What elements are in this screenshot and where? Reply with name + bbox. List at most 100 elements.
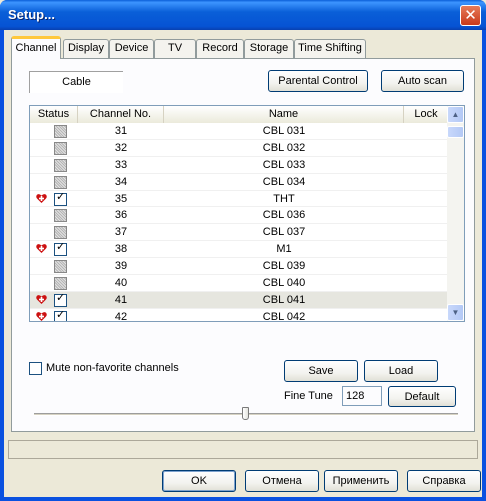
channel-name: CBL 039 [262,260,306,273]
channel-row[interactable]: 34 CBL 034 [30,174,448,191]
auto-scan-button[interactable]: Auto scan [381,70,464,92]
favorite-checkbox[interactable]: ✓ [54,241,67,257]
close-button[interactable]: ✕ [460,5,481,26]
help-button[interactable]: Справка [407,470,481,492]
tab-device[interactable]: Device [109,39,154,58]
channel-name: CBL 032 [262,141,306,154]
channel-rows: 31 CBL 031 32 CBL 032 33 CBL 033 34 CBL 034 ✓ 35 T… [30,123,448,322]
favorite-checkbox[interactable]: ✓ [54,309,67,321]
favorite-heart-icon [36,244,47,254]
tab-tv[interactable]: TV [154,39,196,58]
channel-row[interactable]: 32 CBL 032 [30,140,448,157]
channel-number: 42 [114,310,128,322]
channel-number: 34 [114,175,128,188]
arrow-down-icon: ▼ [451,308,460,317]
channel-number: 37 [114,226,128,239]
tab-display[interactable]: Display [63,39,109,58]
channel-name: CBL 036 [262,209,306,222]
favorite-heart-icon [36,295,47,304]
channel-number: 33 [114,158,128,171]
vertical-scrollbar[interactable]: ▲ ▼ [447,106,464,321]
channel-lock[interactable] [404,258,448,274]
header-lock[interactable]: Lock [404,106,448,123]
scroll-up-button[interactable]: ▲ [447,106,464,123]
cancel-button[interactable]: Отмена [245,470,319,492]
favorite-checkbox[interactable] [54,175,67,189]
header-status[interactable]: Status [30,106,78,123]
source-field[interactable]: Cable [29,71,123,93]
channel-row[interactable]: 39 CBL 039 [30,258,448,276]
channel-lock[interactable] [404,140,448,156]
channel-row[interactable]: ✓ 41 CBL 041 [30,291,448,309]
channel-lock[interactable] [404,157,448,173]
tab-time-shifting[interactable]: Time Shifting [294,39,366,58]
channel-name: CBL 041 [262,293,306,306]
channel-name: CBL 031 [262,125,306,137]
favorite-checkbox[interactable] [54,277,67,291]
channel-row[interactable]: ✓ 38 M1 [30,241,448,259]
checkmark-icon: ✓ [56,241,66,254]
channel-lock[interactable] [404,191,448,207]
favorite-checkbox[interactable] [54,226,67,240]
scroll-down-button[interactable]: ▼ [447,304,464,321]
dialog-body: Channel Display Device TV Record Storage… [4,30,482,497]
channel-row[interactable]: 33 CBL 033 [30,157,448,174]
channel-lock[interactable] [404,292,448,308]
channel-row[interactable]: ✓ 42 CBL 042 [30,309,448,322]
favorite-checkbox[interactable] [54,141,67,155]
channel-lock[interactable] [404,207,448,223]
channel-name: CBL 040 [262,277,306,290]
window-title: Setup... [8,7,55,22]
tab-storage[interactable]: Storage [244,39,294,58]
channel-row[interactable]: 40 CBL 040 [30,275,448,292]
channel-name: M1 [276,243,292,256]
channel-row[interactable]: ✓ 35 THT [30,191,448,208]
favorite-heart-icon [36,193,47,203]
favorite-checkbox[interactable]: ✓ [54,291,67,307]
tab-record[interactable]: Record [196,39,244,58]
channel-number: 31 [114,125,128,137]
channel-name: CBL 042 [262,310,306,322]
favorite-checkbox[interactable] [54,125,67,138]
channel-row[interactable]: 37 CBL 037 [30,224,448,242]
channel-lock[interactable] [404,309,448,321]
fine-tune-slider-thumb[interactable] [242,407,249,420]
load-button[interactable]: Load [364,360,438,382]
header-channel-no[interactable]: Channel No. [78,106,164,123]
scroll-thumb[interactable] [447,126,464,138]
checkmark-icon: ✓ [56,291,66,304]
channel-tab-panel: Cable Parental Control Auto scan Status … [11,58,475,432]
favorite-checkbox[interactable] [54,209,67,223]
channel-lock[interactable] [404,174,448,190]
default-button[interactable]: Default [388,386,456,407]
arrow-up-icon: ▲ [451,110,460,119]
header-name[interactable]: Name [164,106,404,123]
channel-list[interactable]: Status Channel No. Name Lock 31 CBL 031 32… [29,105,465,322]
channel-row[interactable]: 31 CBL 031 [30,123,448,140]
save-button[interactable]: Save [284,360,358,382]
ok-button[interactable]: OK [162,470,236,492]
channel-number: 32 [114,141,128,154]
channel-lock[interactable] [404,275,448,291]
tab-channel[interactable]: Channel [11,36,61,59]
channel-lock[interactable] [404,241,448,257]
channel-lock[interactable] [404,123,448,139]
favorite-heart-icon [36,311,47,321]
channel-name: CBL 033 [262,158,306,171]
parental-control-button[interactable]: Parental Control [268,70,368,92]
title-bar[interactable]: Setup... ✕ [0,0,486,30]
checkmark-icon: ✓ [56,190,66,203]
channel-number: 39 [114,260,128,273]
channel-name: CBL 037 [262,226,306,239]
favorite-checkbox[interactable]: ✓ [54,190,67,206]
fine-tune-value[interactable]: 128 [342,386,382,406]
mute-non-favorite-checkbox[interactable] [29,362,42,375]
channel-number: 35 [114,192,128,205]
setup-window: Setup... ✕ Channel Display Device TV Rec… [0,0,486,501]
favorite-checkbox[interactable] [54,260,67,274]
favorite-checkbox[interactable] [54,158,67,172]
apply-button[interactable]: Применить [324,470,398,492]
channel-row[interactable]: 36 CBL 036 [30,207,448,225]
channel-lock[interactable] [404,224,448,240]
channel-number: 38 [114,243,128,256]
